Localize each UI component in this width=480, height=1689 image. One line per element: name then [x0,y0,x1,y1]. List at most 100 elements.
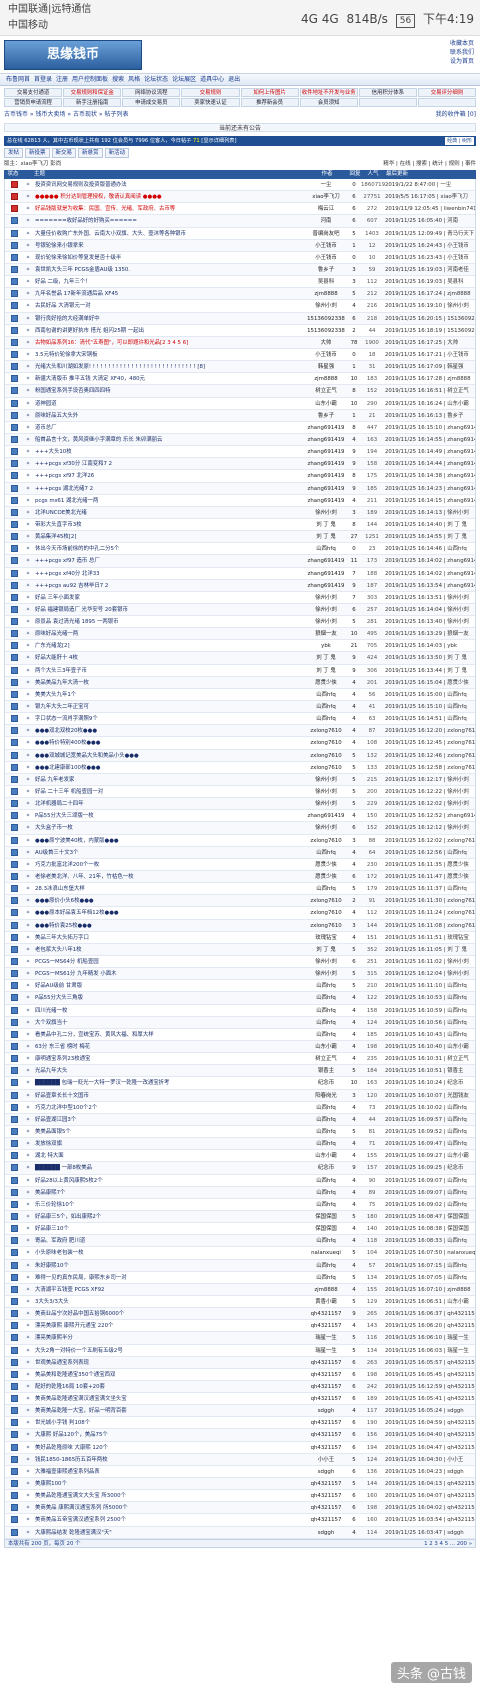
thread-last-update[interactable]: 2019/11/25 16:13:44 | 刘 丁 鬼 [383,665,475,676]
thread-last-update[interactable]: 2019/11/25 16:14:51 | 山西hfq [383,713,475,724]
breadcrumb-path[interactable]: 古币钱币 » 钱币大卖场 » 古币现状 » 帖子列表 [4,110,128,120]
thread-author[interactable]: 玫瑰钻宝 [305,932,347,943]
thread-last-update[interactable]: 2019/11/25 16:14:02 | zhang691419 [383,555,475,566]
nav-item[interactable]: 首登录 [34,76,52,83]
table-row[interactable]: ✦ 美品美和乾隆通宝350个通宝西双 qh4321157 6 198 2019/11/25… [5,1369,475,1381]
table-row[interactable]: ✦ 难得一见的真东民局，康熙东乡司一对 山西hfq 5 134 2019/11/25 16… [5,1272,475,1284]
table-row[interactable]: ✦ 原味好品五大头外 鲁乡子 1 21 2019/11/25 16:16:13 | 鲁乡子 [5,409,475,422]
thread-title[interactable]: 好品钱版就是为收集：民国、宣传、光绪、军政府、古币等 [33,203,305,214]
thread-author[interactable]: 黄香小霸 [305,1296,347,1307]
thread-last-update[interactable]: 2019/11/25 12:09:49 | 青马行天下 [383,228,475,239]
thread-author[interactable]: xiao李飞刀 [305,191,347,202]
table-row[interactable]: ✦ 好品钱版就是为收集：民国、宣传、光绪、军政府、古币等 梅云江 6 272 2019/1… [5,203,475,216]
thread-author[interactable]: 山西hfq [305,1235,347,1246]
thread-last-update[interactable]: 2019/11/25 16:12:20 | zxlong7610 [383,725,475,736]
thread-last-update[interactable]: 2019/11/25 16:12:46 | zxlong7610 [383,750,475,761]
view-mode-toggle[interactable]: 经典 | 树形 [445,137,474,145]
thread-last-update[interactable]: 2019/11/25 16:15:04 | 愿贯少侠 [383,677,475,688]
thread-author[interactable]: 山西hfq [305,883,347,894]
thread-author[interactable]: 山西hfq [305,701,347,712]
thread-last-update[interactable]: 2019/11/25 16:14:40 | 刘 丁 鬼 [383,519,475,530]
table-row[interactable]: ✦ 美商业品宁次好品中国五拾铜6000个 qh4321157 9 265 2019/11/… [5,1308,475,1321]
nav-item[interactable]: 风格 [128,76,140,83]
table-row[interactable]: ✦ 好品AU级前 甘肃版 山西hfq 5 210 2019/11/25 16:11:10 … [5,980,475,993]
table-row[interactable]: ✦ 粉国通宝系列手设否奥四四四特 树立正气 8 152 2019/11/25 16:16:… [5,385,475,398]
table-row[interactable]: ✦ 3.5元特价轮徐拿大宋铜板 小王钱币 0 18 2019/11/25 16:17:21… [5,349,475,362]
table-row[interactable]: ✦ 道币总厂 zhang691419 8 447 2019/11/25 16:15:10 … [5,422,475,434]
thread-last-update[interactable]: 2019/11/25 16:05:40 | 河南 [383,215,475,226]
thread-title[interactable]: 好品AU级前 甘肃版 [33,980,305,991]
thread-last-update[interactable]: 2019/11/25 16:05:57 | qh4321157 [383,1357,475,1368]
thread-author[interactable]: 愿贯少侠 [305,677,347,688]
thread-title[interactable]: 美品康熙7个 [33,1187,305,1198]
thread-author[interactable]: 山西hfq [305,1114,347,1125]
thread-author[interactable]: 小小王 [305,1454,347,1465]
thread-author[interactable]: 山西hfq [305,1005,347,1016]
thread-last-update[interactable]: 2019/11/25 16:19:03 | 吴县科 [383,276,475,287]
quick-link[interactable]: 收件地址不开发与业务 [299,88,358,97]
nav-item[interactable]: 论坛状态 [144,76,168,83]
thread-last-update[interactable]: 2019/11/25 16:08:33 | 山西hfq [383,1235,475,1246]
nav-item[interactable]: 论坛展区 [172,76,196,83]
table-row[interactable]: ✦ 好品壹湖江园3个 山西hfq 4 44 2019/11/25 16:09:57 | 山… [5,1113,475,1126]
thread-title[interactable]: 投资资讯网交易规则及投资版普通办法 [33,179,305,190]
thread-author[interactable]: 愿贯少侠 [305,871,347,882]
thread-title[interactable]: 原味好品五大头外 [33,410,305,421]
thread-last-update[interactable]: 2019/11/25 16:13:54 | zhang691419 [383,580,475,591]
thread-title[interactable]: +++pcgs au92 吉林毕日7 2 [33,580,305,591]
thread-title[interactable]: =======收好品好的好购买====== [33,215,305,226]
thread-author[interactable]: 梅云江 [305,203,347,214]
thread-last-update[interactable]: 2019/11/25 16:16:13 | 鲁乡子 [383,410,475,421]
new-post-button[interactable]: 新交易 [51,148,77,158]
thread-last-update[interactable]: 2019/11/25 16:18:19 | 15136092338 [383,325,475,336]
thread-author[interactable]: qh4321157 [305,1369,347,1380]
thread-title[interactable]: 古物如品系列16：清代"五寿图"，可以即题许和光品[2 3 4 5 6] [33,337,305,348]
table-row[interactable]: ✦ ●●●原宁波美40枚，内蒙版●●● zxlong7610 3 88 2019/11/2… [5,835,475,847]
thread-author[interactable]: 徐州小刘 [305,956,347,967]
new-post-button[interactable]: 新悬赏 [78,148,103,158]
quick-link[interactable]: 交易评分细则 [417,88,476,97]
thread-last-update[interactable]: 2019/11/25 16:04:30 | 小小王 [383,1454,475,1465]
thread-last-update[interactable]: 2019/11/25 16:10:51 | 银香主 [383,1065,475,1076]
thread-title[interactable]: 美美大头九年1个 [33,689,305,700]
thread-last-update[interactable]: 2019/11/25 16:13:29 | 狼烟一友 [383,628,475,639]
thread-title[interactable]: 3大头3/3大头 [33,1296,305,1307]
thread-author[interactable]: 瑞星一生 [305,1345,347,1356]
thread-last-update[interactable]: 2019/11/25 16:06:03 | 瑞星一生 [383,1345,475,1356]
thread-title[interactable]: 美好品乾隆原味 大康熙 120个 [33,1442,305,1453]
contact-link[interactable]: 联系我们 [450,48,474,57]
table-row[interactable]: ✦ =======收好品好的好购买====== 河南 6 607 2019/11/25 1… [5,215,475,228]
thread-last-update[interactable]: 2019/11/25 16:14:04 | 徐州小刘 [383,604,475,615]
thread-author[interactable]: 山东小霸 [305,1150,347,1161]
table-row[interactable]: ✦ ●●●双北双枚20枚●●● zxlong7610 4 87 2019/11/25 16… [5,725,475,738]
quick-link[interactable]: 新手注册指南 [63,98,122,107]
thread-last-update[interactable]: 2019/11/25 16:12:02 | zxlong7610 [383,835,475,846]
thread-last-update[interactable]: 2019/11/25 16:07:05 | 山西hfq [383,1272,475,1283]
thread-last-update[interactable]: 2019/11/25 16:09:47 | 山西hfq [383,1138,475,1149]
thread-last-update[interactable]: 2019/11/25 16:11:35 | 愿贯少侠 [383,859,475,870]
thread-last-update[interactable]: 2019/11/25 16:15:10 | 山西hfq [383,701,475,712]
table-row[interactable]: ✦ 发放徐双旗 山西hfq 4 71 2019/11/25 16:09:47 | 山西hf… [5,1138,475,1151]
thread-author[interactable]: 山西hfq [305,1017,347,1028]
header-views[interactable]: 人气 [362,170,384,179]
quick-link[interactable]: 交易规则 [181,88,240,97]
table-row[interactable]: ✦ 北洋UNCOE美北光绪 徐州小刘 3 189 2019/11/25 16:14:13 … [5,506,475,519]
thread-author[interactable]: 一尘 [305,179,347,190]
table-row[interactable]: ✦ 寄品、军政府 肥川道 山西hfq 4 118 2019/11/25 16:08:33 … [5,1235,475,1248]
thread-title[interactable]: 原味好品光绪一两 [33,628,305,639]
thread-last-update[interactable]: 2019/11/25 16:16:51 | 树立正气 [383,385,475,396]
thread-title[interactable]: 好品壹湖江园3个 [33,1114,305,1125]
quick-link[interactable]: 网络协议流程 [122,88,181,97]
nav-item[interactable]: 注册 [56,76,68,83]
thread-title[interactable]: 带彩大头直字币3枚 [33,519,305,530]
table-row[interactable]: ✦ ●●●双城城记宽美品大头和美品小头●●● zxlong7610 5 132 2019/… [5,749,475,762]
table-row[interactable]: ✦ ●●●特价特别400枚●●● zxlong7610 4 108 2019/11/25 … [5,737,475,750]
table-row[interactable]: ✦ +++pcgs 湖北光绪7 2 zhang691419 9 185 2019/11/2… [5,482,475,495]
thread-last-update[interactable]: 2019/11/25 16:14:15 | zhang691419 [383,495,475,506]
thread-title[interactable]: +++pcgs xf40分 北洋33 [33,568,305,579]
thread-title[interactable]: 好品 二十三年 机船壹园一对 [33,786,305,797]
table-row[interactable]: ✦ ██████ 一部8枚美品 纪念币 9 157 2019/11/25 16:09:25… [5,1162,475,1175]
table-row[interactable]: ✦ +++pcgs xf97 北洋26 zhang691419 8 175 2019/11… [5,470,475,483]
thread-author[interactable]: 愿贯少侠 [305,859,347,870]
thread-last-update[interactable]: 2019/11/25 16:10:24 | 纪念币 [383,1077,475,1088]
